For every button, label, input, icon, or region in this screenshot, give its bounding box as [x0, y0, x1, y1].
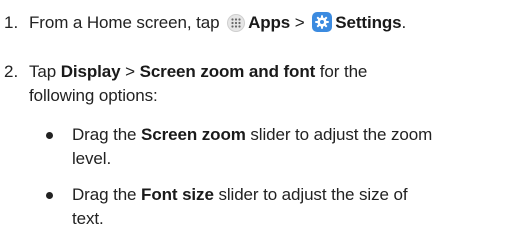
step-1-intro: From a Home screen, tap: [29, 13, 220, 32]
bullet-1-line1: Drag the Screen zoom slider to adjust th…: [72, 124, 432, 146]
bullet-dot: [46, 192, 53, 199]
bullet-dot: [46, 132, 53, 139]
step-2-text-line1: Tap Display > Screen zoom and font for t…: [29, 61, 367, 83]
screen-zoom-label: Screen zoom: [141, 125, 246, 144]
step-1-period: .: [401, 13, 407, 32]
bullet-2-post: slider to adjust the size of: [218, 185, 408, 204]
bullet-2-line2: text.: [72, 209, 104, 228]
apps-grid-icon: [227, 14, 246, 32]
instructions-document: 1. From a Home screen, tap Apps > Settin…: [0, 0, 519, 249]
step-1-text: From a Home screen, tap Apps > Settings.: [29, 12, 406, 34]
step-2-text-line2: following options:: [29, 86, 158, 105]
settings-gear-icon: [312, 12, 333, 32]
apps-label: Apps: [248, 13, 291, 32]
display-label: Display: [60, 62, 121, 81]
bullet-1-post: slider to adjust the zoom: [250, 125, 433, 144]
bullet-1-line2: level.: [72, 149, 112, 168]
settings-label: Settings: [335, 13, 402, 32]
step-2-number: 2.: [4, 62, 19, 81]
step-2-intro: Tap: [29, 62, 57, 81]
screen-zoom-and-font-label: Screen zoom and font: [139, 62, 316, 81]
font-size-label: Font size: [141, 185, 214, 204]
bullet-2-pre: Drag the: [72, 185, 137, 204]
bullet-1-pre: Drag the: [72, 125, 137, 144]
step-2-separator: >: [125, 62, 135, 81]
bullet-2-line1: Drag the Font size slider to adjust the …: [72, 184, 408, 206]
step-1-number: 1.: [4, 13, 19, 32]
step-2-continuation: for the: [319, 62, 368, 81]
step-1-separator: >: [294, 13, 305, 32]
